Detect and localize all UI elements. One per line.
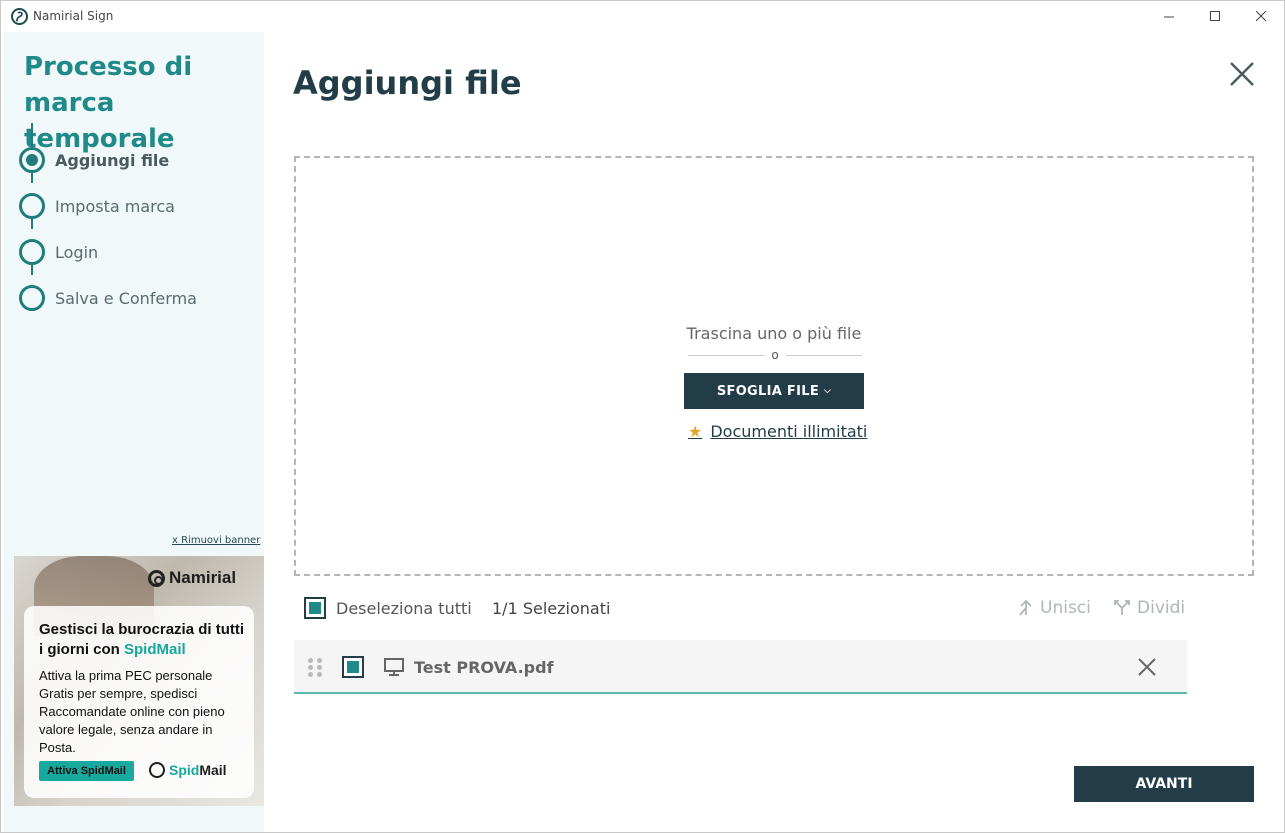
select-all-checkbox[interactable]: [304, 597, 326, 619]
file-toolbar: Deseleziona tutti 1/1 Selezionati Unisci…: [294, 593, 1187, 623]
minimize-button[interactable]: [1146, 1, 1192, 32]
banner-card: Gestisci la burocrazia di tutti i giorni…: [24, 606, 254, 798]
activate-spidmail-button[interactable]: Attiva SpidMail: [39, 761, 134, 781]
title-bar: Namirial Sign: [1, 1, 1284, 32]
selected-count: 1/1 Selezionati: [492, 599, 611, 618]
sidebar: Processo di marca temporale Aggiungi fil…: [4, 32, 264, 832]
step-label: Imposta marca: [55, 196, 175, 216]
step-login: Login: [19, 239, 259, 265]
banner-headline: Gestisci la burocrazia di tutti i giorni…: [39, 621, 245, 658]
page-title: Aggiungi file: [293, 64, 522, 102]
split-button[interactable]: Dividi: [1114, 598, 1185, 618]
stepper: Aggiungi file Imposta marca Login Salva …: [19, 123, 259, 313]
star-icon: ★: [688, 422, 703, 441]
window-close-button[interactable]: [1238, 1, 1284, 32]
step-label: Aggiungi file: [55, 150, 170, 170]
or-divider: o: [688, 348, 862, 362]
spidmail-logo: Spid Mail: [149, 762, 227, 778]
deselect-all-label[interactable]: Deseleziona tutti: [336, 599, 472, 618]
unlimited-documents-link[interactable]: ★ Documenti illimitati: [688, 422, 867, 441]
minimize-icon: [1163, 16, 1174, 18]
chevron-down-icon: ⌵: [824, 386, 832, 396]
computer-icon: [384, 658, 404, 676]
drag-handle-icon[interactable]: [308, 658, 322, 678]
step-circle-icon: [19, 239, 45, 265]
step-label: Login: [55, 242, 99, 262]
file-dropzone[interactable]: Trascina uno o più file o SFOGLIA FILE ⌵ …: [294, 156, 1254, 576]
step-circle-icon: [19, 285, 45, 311]
remove-file-icon[interactable]: [1137, 657, 1157, 677]
drag-hint: Trascina uno o più file: [686, 324, 862, 343]
step-active-icon: [19, 147, 45, 173]
remove-banner-link[interactable]: x Rimuovi banner: [172, 535, 260, 546]
merge-icon: [1019, 600, 1032, 616]
spidmail-icon: [149, 762, 165, 778]
step-label: Salva e Conferma: [55, 288, 197, 308]
step-imposta-marca: Imposta marca: [19, 193, 259, 219]
banner-body: Attiva la prima PEC personale Gratis per…: [39, 668, 225, 755]
app-window: Namirial Sign Processo di marca temporal…: [0, 0, 1285, 833]
file-name: Test PROVA.pdf: [414, 658, 554, 677]
app-logo-icon: [11, 8, 28, 25]
browse-files-button[interactable]: SFOGLIA FILE ⌵: [684, 373, 864, 409]
next-button[interactable]: AVANTI: [1074, 766, 1254, 802]
file-checkbox[interactable]: [342, 656, 364, 678]
merge-button[interactable]: Unisci: [1019, 598, 1091, 618]
step-aggiungi-file: Aggiungi file: [19, 147, 259, 173]
step-salva-conferma: Salva e Conferma: [19, 285, 259, 311]
file-row[interactable]: Test PROVA.pdf: [294, 640, 1187, 694]
maximize-icon: [1209, 11, 1220, 21]
namirial-logo-icon: [148, 569, 165, 587]
window-title: Namirial Sign: [33, 9, 114, 23]
close-icon: [1255, 11, 1266, 22]
maximize-button[interactable]: [1192, 1, 1238, 32]
close-icon[interactable]: [1227, 59, 1257, 89]
promo-banner[interactable]: Namirial Gestisci la burocrazia di tutti…: [14, 556, 264, 806]
step-circle-icon: [19, 193, 45, 219]
banner-brand-logo: Namirial: [148, 568, 236, 588]
split-icon: [1114, 600, 1130, 615]
